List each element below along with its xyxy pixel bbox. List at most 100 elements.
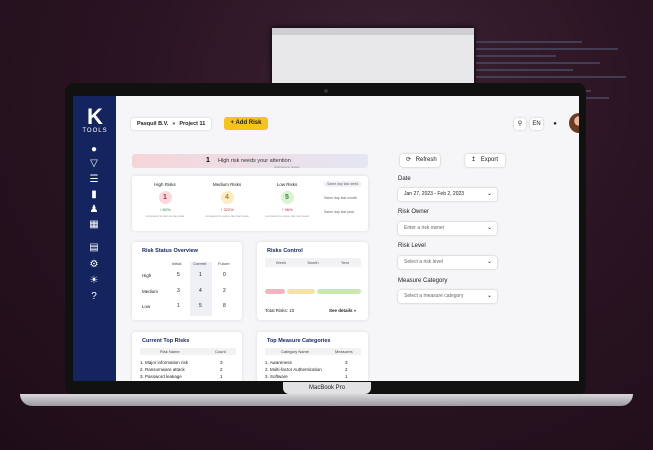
table-cell: 3 xyxy=(220,360,223,365)
high-risk-bar xyxy=(265,289,285,294)
table-cell: 3 xyxy=(177,288,180,294)
column-header: Risk Name xyxy=(160,349,180,354)
medium-risks-summary[interactable]: Medium Risks 4 ↑ 322% compared to same d… xyxy=(202,182,252,218)
low-risk-bar xyxy=(317,289,361,294)
row-label: High xyxy=(142,273,152,278)
chevron-down-icon: ⌄ xyxy=(486,293,492,299)
laptop-base xyxy=(20,394,633,406)
chevron-down-icon: ⌄ xyxy=(486,191,492,197)
high-risks-value: 1 xyxy=(158,191,172,204)
refresh-button[interactable]: ⟳ Refresh xyxy=(400,154,440,167)
measure-category-select[interactable]: Select a measure category ⌄ xyxy=(398,290,497,303)
language-button[interactable]: EN xyxy=(530,118,543,130)
table-cell: 2 xyxy=(223,288,226,294)
alert-count: 1 xyxy=(206,157,210,164)
risk-level-select[interactable]: Select a risk level ⌄ xyxy=(398,256,497,269)
high-risk-alert[interactable]: 1 High risk needs your attention click h… xyxy=(132,154,368,169)
risk-level-placeholder: Select a risk level xyxy=(404,259,443,265)
breadcrumb-project[interactable]: Project 11 xyxy=(179,121,205,127)
table-cell: 2 xyxy=(220,367,223,372)
risk-summary-card: High Risks 1 ↓ 80% compared to last-ca d… xyxy=(132,176,368,231)
app-logo: K TOOLS xyxy=(82,104,108,135)
risk-level-label: Risk Level xyxy=(398,243,426,249)
avatar[interactable] xyxy=(569,113,579,133)
see-details-label: See details xyxy=(329,308,353,313)
sun-icon[interactable]: ☀ xyxy=(87,275,101,287)
table-row[interactable]: 3. Software xyxy=(265,374,288,379)
help-icon[interactable]: ? xyxy=(87,291,101,303)
breadcrumb[interactable]: Pasquil B.V. » Project 11 xyxy=(131,118,212,130)
risk-owner-label: Risk Owner xyxy=(398,209,430,215)
laptop-model-label: MacBook Pro xyxy=(283,382,371,394)
gear-icon[interactable]: ⚙ xyxy=(87,259,101,271)
table-cell: 3 xyxy=(345,360,348,365)
high-risks-summary[interactable]: High Risks 1 ↓ 80% compared to last-ca d… xyxy=(140,182,190,218)
document-icon[interactable]: ▮ xyxy=(87,189,101,201)
app-screen: K TOOLS ● ▽ ☰ ▮ ♟ ▦ ▤ ⚙ ☀ ? Pasquil B.V.… xyxy=(73,96,579,381)
tab-year[interactable]: Year xyxy=(330,258,360,267)
table-row[interactable]: 3. Password leakage xyxy=(140,374,182,379)
low-risks-label: Low Risks xyxy=(276,182,298,187)
chevron-down-icon: ⌄ xyxy=(486,259,492,265)
risk-owner-input[interactable]: Enter a risk owner ⌄ xyxy=(398,222,497,235)
low-risks-value: 5 xyxy=(280,191,294,204)
refresh-icon: ⟳ xyxy=(406,157,412,163)
tab-week[interactable]: Week xyxy=(266,258,296,267)
table-cell: 1 xyxy=(345,374,348,379)
compare-option-week[interactable]: Same day last week xyxy=(324,181,362,187)
table-row[interactable]: 2. Ransomware attack xyxy=(140,367,185,372)
column-header: Future xyxy=(218,261,230,266)
medium-risks-label: Medium Risks xyxy=(212,182,242,187)
shield-icon[interactable]: ▽ xyxy=(87,158,101,170)
column-header: Category Name xyxy=(281,349,310,354)
bell-icon[interactable]: ● xyxy=(549,118,561,130)
main-content: Pasquil B.V.» Project 11 + Add Risk ⚲ EN … xyxy=(116,96,579,381)
measure-category-label: Measure Category xyxy=(398,278,448,284)
row-label: Low xyxy=(142,304,151,309)
refresh-label: Refresh xyxy=(415,157,437,163)
table-row[interactable]: 2. Multi-factor Authentication xyxy=(265,367,322,372)
date-range-select[interactable]: Jan 27, 2023 - Feb 2, 2023 ⌄ xyxy=(398,188,497,201)
export-button[interactable]: ↥ Export xyxy=(465,154,505,167)
table-row[interactable]: 1. Awareness xyxy=(265,360,292,365)
users-icon[interactable]: ♟ xyxy=(87,204,101,216)
see-details-arrow: » xyxy=(353,308,357,313)
card-title: Top Measure Categories xyxy=(267,338,331,344)
dashboard-icon[interactable]: ● xyxy=(87,144,101,156)
add-risk-button[interactable]: + Add Risk xyxy=(224,117,268,130)
high-risks-delta: ↓ 80% xyxy=(159,207,171,212)
search-icon[interactable]: ⚲ xyxy=(514,118,526,130)
top-risks-card: Current Top Risks Risk Name Count 1. Maj… xyxy=(132,332,242,381)
compare-option-month[interactable]: Same day last month xyxy=(324,196,357,200)
chevron-down-icon: ⌄ xyxy=(486,225,492,231)
list-icon[interactable]: ☰ xyxy=(87,174,101,186)
table-row[interactable]: 1. Major information risk xyxy=(140,360,188,365)
see-details-link[interactable]: See details » xyxy=(329,308,356,313)
compare-option-year[interactable]: Same day last year xyxy=(324,210,354,214)
tab-month[interactable]: Month xyxy=(298,258,328,267)
card-title: Risks Control xyxy=(267,248,303,254)
risks-control-card: Risks Control Week Month Year Total Risk… xyxy=(257,242,368,320)
table-cell: 5 xyxy=(199,303,202,309)
breadcrumb-separator: » xyxy=(172,121,176,127)
date-range-value: Jan 27, 2023 - Feb 2, 2023 xyxy=(404,191,465,197)
table-cell: 1 xyxy=(177,303,180,309)
risk-status-overview-card: Risk Status Overview Initial Current Fut… xyxy=(132,242,242,320)
low-risks-summary[interactable]: Low Risks 5 ↑ 96% compared to same day l… xyxy=(262,182,312,218)
row-label: Medium xyxy=(142,289,159,294)
date-label: Date xyxy=(398,176,411,182)
table-icon[interactable]: ▦ xyxy=(87,219,101,231)
column-header: Measures xyxy=(335,349,353,354)
column-header: Initial xyxy=(172,261,182,266)
high-risks-label: High Risks xyxy=(154,182,176,187)
report-icon[interactable]: ▤ xyxy=(87,242,101,254)
medium-risks-caption: compared to same day last week xyxy=(205,214,249,218)
table-cell: 8 xyxy=(223,303,226,309)
table-cell: 5 xyxy=(177,272,180,278)
column-header: Count xyxy=(215,349,226,354)
low-risks-caption: compared to same day last week xyxy=(265,214,309,218)
column-header: Current xyxy=(193,261,207,266)
medium-risk-bar xyxy=(287,289,315,294)
breadcrumb-company[interactable]: Pasquil B.V. xyxy=(137,121,168,127)
table-cell: 1 xyxy=(220,374,223,379)
